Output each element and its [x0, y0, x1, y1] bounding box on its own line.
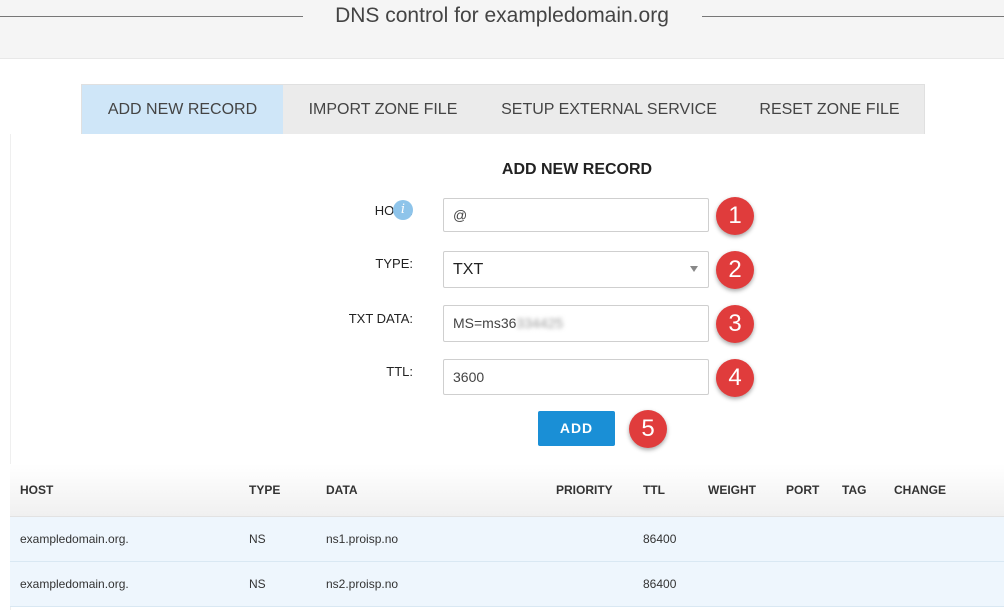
txt-data-label: TXT DATA:	[348, 311, 413, 326]
tab-setup-external-service[interactable]: SETUP EXTERNAL SERVICE	[483, 85, 735, 134]
records-table: HOST TYPE DATA PRIORITY TTL WEIGHT PORT …	[10, 464, 1004, 607]
cell-type: NS	[249, 561, 326, 607]
cell-ttl: 86400	[643, 516, 708, 562]
txt-data-input[interactable]: MS=ms36334425	[443, 305, 709, 342]
step-badge-3: 3	[716, 305, 754, 343]
cell-tag	[842, 561, 894, 607]
cell-change	[894, 516, 1004, 562]
cell-data: ns2.proisp.no	[326, 561, 556, 607]
header-bar: DNS control for exampledomain.org	[0, 0, 1004, 59]
cell-host: exampledomain.org.	[10, 561, 249, 607]
tab-add-new-record[interactable]: ADD NEW RECORD	[82, 85, 283, 134]
cell-weight	[708, 516, 786, 562]
ttl-input[interactable]: 3600	[443, 359, 709, 395]
cell-tag	[842, 516, 894, 562]
txt-data-redacted: 334425	[516, 315, 564, 331]
cell-weight	[708, 561, 786, 607]
col-header-host[interactable]: HOST	[10, 464, 249, 517]
chevron-down-icon	[690, 266, 698, 272]
cell-priority	[556, 516, 643, 562]
title-rule-right	[702, 16, 1004, 17]
cell-change	[894, 561, 1004, 607]
step-badge-5: 5	[629, 410, 667, 448]
cell-ttl: 86400	[643, 561, 708, 607]
txt-data-visible: MS=ms36	[453, 315, 517, 331]
type-label: TYPE:	[375, 256, 413, 271]
add-button[interactable]: ADD	[538, 411, 615, 446]
table-row: exampledomain.org. NS ns1.proisp.no 8640…	[10, 516, 1004, 562]
col-header-priority[interactable]: PRIORITY	[556, 464, 643, 517]
host-input[interactable]: @	[443, 198, 709, 232]
cell-host: exampledomain.org.	[10, 516, 249, 562]
cell-port	[786, 561, 842, 607]
col-header-tag[interactable]: TAG	[842, 464, 894, 517]
cell-port	[786, 516, 842, 562]
tab-reset-zone-file[interactable]: RESET ZONE FILE	[735, 85, 924, 134]
cell-data: ns1.proisp.no	[326, 516, 556, 562]
type-selected-value: TXT	[453, 261, 484, 278]
step-badge-4: 4	[716, 359, 754, 397]
col-header-data[interactable]: DATA	[326, 464, 556, 517]
col-header-weight[interactable]: WEIGHT	[708, 464, 786, 517]
ttl-label: TTL:	[386, 364, 413, 379]
tab-import-zone-file[interactable]: IMPORT ZONE FILE	[283, 85, 483, 134]
form-title: ADD NEW RECORD	[501, 161, 653, 178]
col-header-port[interactable]: PORT	[786, 464, 842, 517]
cell-priority	[556, 561, 643, 607]
step-badge-2: 2	[716, 251, 754, 289]
table-row: exampledomain.org. NS ns2.proisp.no 8640…	[10, 561, 1004, 607]
col-header-type[interactable]: TYPE	[249, 464, 326, 517]
col-header-change[interactable]: CHANGE	[894, 464, 1004, 517]
cell-type: NS	[249, 516, 326, 562]
step-badge-1: 1	[716, 197, 754, 235]
info-icon[interactable]: i	[393, 200, 413, 220]
tab-bar: ADD NEW RECORD IMPORT ZONE FILE SETUP EX…	[81, 84, 925, 135]
col-header-ttl[interactable]: TTL	[643, 464, 708, 517]
table-header-row: HOST TYPE DATA PRIORITY TTL WEIGHT PORT …	[10, 464, 1004, 517]
type-select[interactable]: TXT	[443, 251, 709, 288]
